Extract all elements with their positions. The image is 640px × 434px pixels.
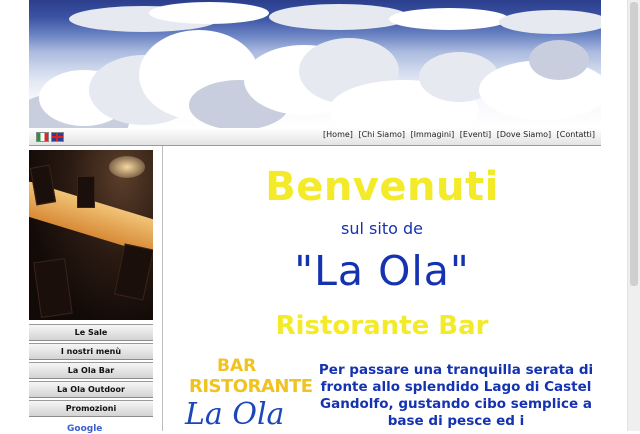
nav-contatti-link[interactable]: [Contatti] bbox=[557, 130, 595, 139]
page-scrollbar[interactable] bbox=[627, 0, 640, 431]
welcome-subtitle: sul sito de bbox=[341, 219, 423, 238]
nav-immagini-link[interactable]: [Immagini] bbox=[411, 130, 455, 139]
restaurant-tagline: Ristorante Bar bbox=[275, 311, 489, 341]
clouds-banner bbox=[29, 0, 601, 128]
sidebar-item-menu[interactable]: I nostri menù bbox=[29, 343, 153, 360]
description-text: Per passare una tranquilla serata di fro… bbox=[318, 362, 594, 429]
side-menu: Le Sale I nostri menù La Ola Bar La Ola … bbox=[29, 324, 153, 419]
nav-chi-siamo-link[interactable]: [Chi Siamo] bbox=[358, 130, 405, 139]
sidebar-item-promozioni[interactable]: Promozioni bbox=[29, 400, 153, 417]
restaurant-photo bbox=[29, 150, 153, 320]
logo-ristorante-text: RISTORANTE bbox=[189, 376, 313, 397]
logo-laola-text: La Ola bbox=[185, 397, 285, 431]
google-logo[interactable]: Google bbox=[67, 424, 102, 434]
logo-bar-text: BAR bbox=[217, 356, 257, 376]
nav-eventi-link[interactable]: [Eventi] bbox=[460, 130, 491, 139]
scrollbar-thumb[interactable] bbox=[630, 2, 638, 286]
italian-flag-icon[interactable] bbox=[36, 132, 49, 142]
english-flag-icon[interactable] bbox=[51, 132, 64, 142]
main-content: Benvenuti sul sito de "La Ola" Ristorant… bbox=[163, 146, 601, 431]
la-ola-logo: BAR RISTORANTE La Ola bbox=[183, 356, 313, 431]
welcome-heading: Benvenuti bbox=[265, 164, 499, 210]
sidebar-item-le-sale[interactable]: Le Sale bbox=[29, 324, 153, 341]
site-container: [Home] [Chi Siamo] [Immagini] [Eventi] [… bbox=[29, 0, 601, 434]
left-sidebar: Le Sale I nostri menù La Ola Bar La Ola … bbox=[29, 146, 163, 431]
top-menu-bar: [Home] [Chi Siamo] [Immagini] [Eventi] [… bbox=[29, 128, 601, 146]
sidebar-item-ola-outdoor[interactable]: La Ola Outdoor bbox=[29, 381, 153, 398]
top-navigation: [Home] [Chi Siamo] [Immagini] [Eventi] [… bbox=[320, 130, 595, 139]
nav-home-link[interactable]: [Home] bbox=[323, 130, 353, 139]
nav-dove-siamo-link[interactable]: [Dove Siamo] bbox=[497, 130, 551, 139]
restaurant-name: "La Ola" bbox=[294, 247, 470, 295]
sidebar-item-ola-bar[interactable]: La Ola Bar bbox=[29, 362, 153, 379]
